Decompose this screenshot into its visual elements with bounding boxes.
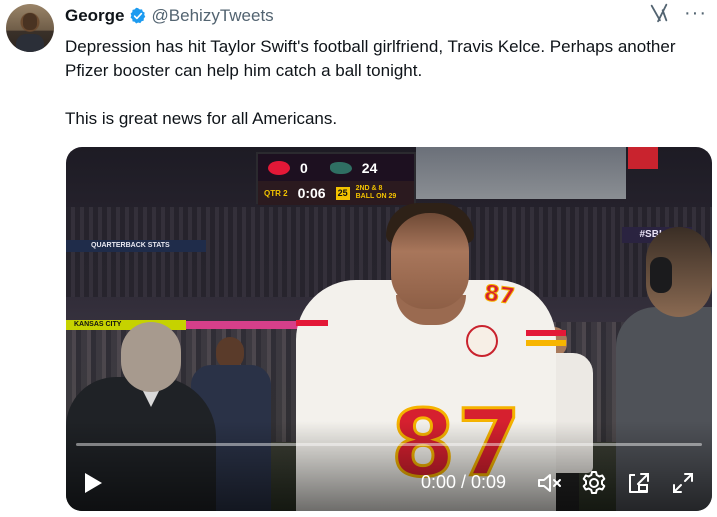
- gear-icon[interactable]: [581, 470, 607, 496]
- down-line-1: 2ND & 8: [355, 185, 383, 192]
- verified-badge-icon: [130, 7, 145, 24]
- chiefs-logo-icon: [268, 161, 290, 175]
- more-icon[interactable]: ···: [684, 3, 707, 23]
- tweet-header: George @BehizyTweets: [65, 4, 274, 28]
- author-handle[interactable]: @BehizyTweets: [152, 6, 274, 26]
- tweet-text: Depression has hit Taylor Swift's footba…: [65, 37, 676, 128]
- scoreboard-top-row: 0 24: [258, 156, 414, 180]
- video-controls: 0:00 / 0:09: [66, 465, 712, 501]
- video-player[interactable]: QUARTERBACK STATS #SBLIX KANSAS CITY 0 2…: [66, 147, 712, 511]
- headset-icon: [650, 257, 672, 293]
- avatar-suit: [16, 34, 44, 52]
- video-progress-bar[interactable]: [76, 443, 702, 446]
- avatar-head: [23, 13, 37, 30]
- pip-icon[interactable]: [626, 470, 652, 496]
- super-bowl-patch-icon: [466, 325, 498, 357]
- player-face: [391, 213, 469, 309]
- video-time: 0:00 / 0:09: [421, 472, 507, 492]
- stadium-screen: [416, 147, 626, 199]
- kc-score: 0: [300, 160, 308, 176]
- grok-icon[interactable]: [648, 2, 670, 24]
- author-name[interactable]: George: [65, 6, 125, 26]
- volume-muted-icon[interactable]: [536, 470, 562, 496]
- qb-stats-sign: QUARTERBACK STATS: [91, 242, 170, 249]
- quarter: QTR 2: [264, 188, 288, 198]
- shoulder-number: 87: [482, 280, 517, 311]
- eagles-logo-icon: [329, 162, 352, 174]
- avatar[interactable]: [6, 4, 54, 52]
- stadium-screen-red: [628, 147, 658, 169]
- phi-score: 24: [361, 160, 378, 176]
- expand-icon[interactable]: [670, 470, 696, 496]
- play-icon[interactable]: [82, 471, 104, 495]
- tweet-actions-top: ···: [648, 2, 707, 24]
